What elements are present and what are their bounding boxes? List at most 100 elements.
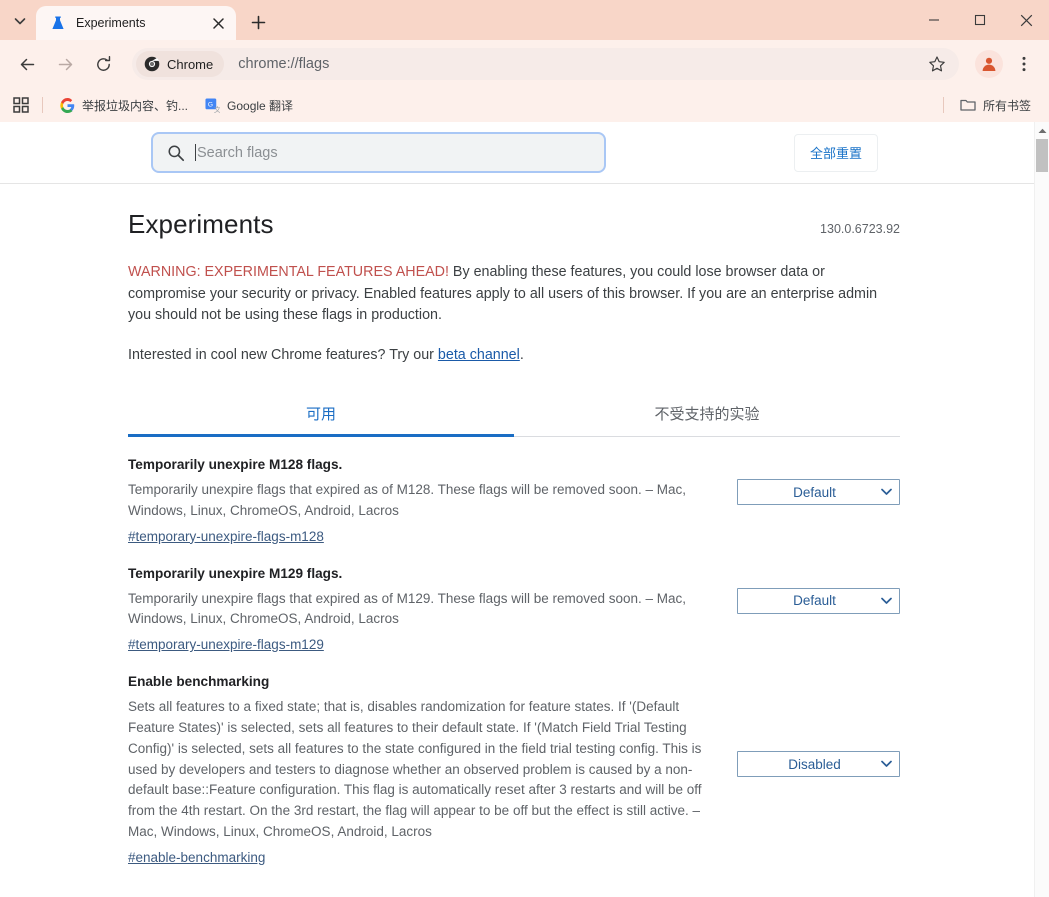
flag-title: Temporarily unexpire M129 flags. — [128, 565, 343, 581]
chevron-up-icon — [1038, 128, 1046, 133]
flag-entry: Temporarily unexpire M129 flags. Tempora… — [128, 546, 900, 655]
flag-state-select[interactable]: Disabled — [737, 751, 900, 778]
bookmarks-divider — [942, 97, 944, 113]
beta-channel-link[interactable]: beta channel — [438, 347, 520, 363]
omnibox-chrome-chip: Chrome — [136, 51, 225, 77]
tab-strip: Experiments — [0, 0, 1049, 40]
back-button[interactable] — [11, 48, 43, 80]
flag-info: Enable benchmarking Sets all features to… — [128, 672, 728, 867]
browser-window: Experiments Chrome chrome://flags 举报垃圾内容… — [0, 0, 1049, 897]
flask-icon — [50, 15, 66, 31]
bookmark-item[interactable]: 举报垃圾内容、钓... — [51, 93, 196, 118]
profile-avatar-button[interactable] — [975, 50, 1003, 78]
flag-select-wrapper: Disabled — [737, 751, 900, 778]
browser-toolbar: Chrome chrome://flags — [0, 40, 1049, 88]
flag-info: Temporarily unexpire M129 flags. Tempora… — [128, 564, 728, 655]
page-viewport: 全部重置 Experiments 130.0.6723.92 WARNING: … — [0, 122, 1049, 897]
flag-entry: Temporarily unexpire M128 flags. Tempora… — [128, 437, 900, 546]
all-bookmarks-label: 所有书签 — [982, 98, 1031, 113]
arrow-left-icon — [20, 58, 34, 70]
bookmark-label: Google 翻译 — [227, 98, 294, 113]
arrow-right-icon — [58, 58, 72, 70]
flag-title: Enable benchmarking — [128, 674, 270, 690]
bookmarks-bar: 举报垃圾内容、钓... G 文 Google 翻译 — [0, 88, 1049, 122]
bookmarks-divider — [42, 97, 43, 113]
google-translate-icon: G 文 — [204, 97, 220, 113]
page-scrollbar[interactable] — [1034, 122, 1049, 897]
tab-close-button[interactable] — [208, 13, 228, 33]
chrome-version-label: 130.0.6723.92 — [820, 222, 900, 236]
flag-control: Default — [737, 479, 900, 505]
three-dots-vertical-icon — [1022, 56, 1026, 72]
beta-text-before: Interested in cool new Chrome features? … — [128, 346, 438, 363]
tab-title: Experiments — [76, 16, 146, 30]
scrollbar-up-arrow[interactable] — [1035, 122, 1049, 139]
chrome-logo-icon — [144, 56, 160, 72]
chrome-menu-button[interactable] — [1009, 48, 1039, 80]
reset-all-button[interactable]: 全部重置 — [794, 133, 878, 172]
flag-permalink[interactable]: #temporary-unexpire-flags-m129 — [128, 637, 324, 652]
close-icon — [212, 17, 224, 29]
bookmark-label: 举报垃圾内容、钓... — [82, 98, 189, 113]
apps-grid-icon — [13, 97, 29, 113]
apps-shortcut-button[interactable] — [8, 92, 34, 118]
tab-search-button[interactable] — [6, 7, 34, 35]
reload-button[interactable] — [87, 48, 119, 80]
plus-icon — [251, 15, 265, 29]
chevron-down-icon — [14, 18, 26, 25]
bookmarks-bar-right: 所有书签 — [935, 93, 1039, 118]
flags-body: Experiments 130.0.6723.92 WARNING: EXPER… — [0, 184, 1034, 867]
flag-info: Temporarily unexpire M128 flags. Tempora… — [128, 455, 728, 546]
page-title: Experiments — [128, 209, 274, 239]
reload-icon — [96, 55, 110, 71]
folder-icon — [960, 97, 976, 113]
flag-description: Sets all features to a fixed state; that… — [128, 699, 702, 839]
flags-content: Experiments 130.0.6723.92 WARNING: EXPER… — [128, 184, 900, 867]
tab-available[interactable]: 可用 — [128, 392, 514, 437]
flag-permalink[interactable]: #temporary-unexpire-flags-m128 — [128, 529, 324, 544]
google-g-icon — [59, 97, 75, 113]
browser-tab[interactable]: Experiments — [36, 6, 236, 40]
flags-tabs: 可用 不受支持的实验 — [128, 392, 900, 437]
warning-headline: WARNING: EXPERIMENTAL FEATURES AHEAD! — [128, 264, 449, 280]
minimize-icon — [929, 19, 939, 21]
tab-unsupported[interactable]: 不受支持的实验 — [514, 392, 900, 436]
all-bookmarks-button[interactable]: 所有书签 — [952, 93, 1039, 118]
warning-paragraph: WARNING: EXPERIMENTAL FEATURES AHEAD! By… — [128, 262, 900, 327]
flag-select-wrapper: Default — [737, 587, 900, 614]
flag-description: Temporarily unexpire flags that expired … — [128, 482, 687, 518]
svg-text:文: 文 — [213, 105, 219, 113]
search-flags-container[interactable] — [151, 132, 606, 173]
scrollbar-thumb[interactable] — [1036, 139, 1048, 172]
maximize-icon — [974, 14, 986, 26]
bookmark-star-button[interactable] — [921, 48, 953, 80]
maximize-button[interactable] — [957, 0, 1003, 40]
forward-button[interactable] — [49, 48, 81, 80]
flags-page: 全部重置 Experiments 130.0.6723.92 WARNING: … — [0, 122, 1034, 897]
flag-title: Temporarily unexpire M128 flags. — [128, 457, 343, 472]
search-input[interactable] — [197, 144, 590, 161]
flags-search-header: 全部重置 — [0, 122, 1034, 184]
title-row: Experiments 130.0.6723.92 — [128, 184, 900, 240]
flag-control: Default — [737, 587, 900, 614]
address-bar[interactable]: Chrome chrome://flags — [132, 48, 959, 80]
flag-select-wrapper: Default — [737, 479, 900, 505]
omnibox-url-text: chrome://flags — [238, 56, 330, 72]
new-tab-button[interactable] — [244, 8, 272, 36]
window-controls — [911, 0, 1049, 40]
search-icon — [167, 144, 185, 162]
close-icon — [1020, 14, 1032, 26]
flag-state-select[interactable]: Default — [737, 587, 900, 614]
beta-text-after: . — [519, 346, 524, 363]
minimize-button[interactable] — [911, 0, 957, 40]
avatar-icon — [982, 57, 996, 71]
close-window-button[interactable] — [1003, 0, 1049, 40]
flag-entry: Enable benchmarking Sets all features to… — [128, 654, 900, 867]
star-icon — [929, 56, 945, 72]
flag-state-select[interactable]: Default — [737, 479, 900, 505]
beta-channel-paragraph: Interested in cool new Chrome features? … — [128, 345, 900, 367]
flag-permalink[interactable]: #enable-benchmarking — [128, 850, 265, 865]
text-caret — [195, 144, 196, 161]
bookmark-item[interactable]: G 文 Google 翻译 — [196, 93, 301, 118]
flag-description: Temporarily unexpire flags that expired … — [128, 590, 687, 627]
